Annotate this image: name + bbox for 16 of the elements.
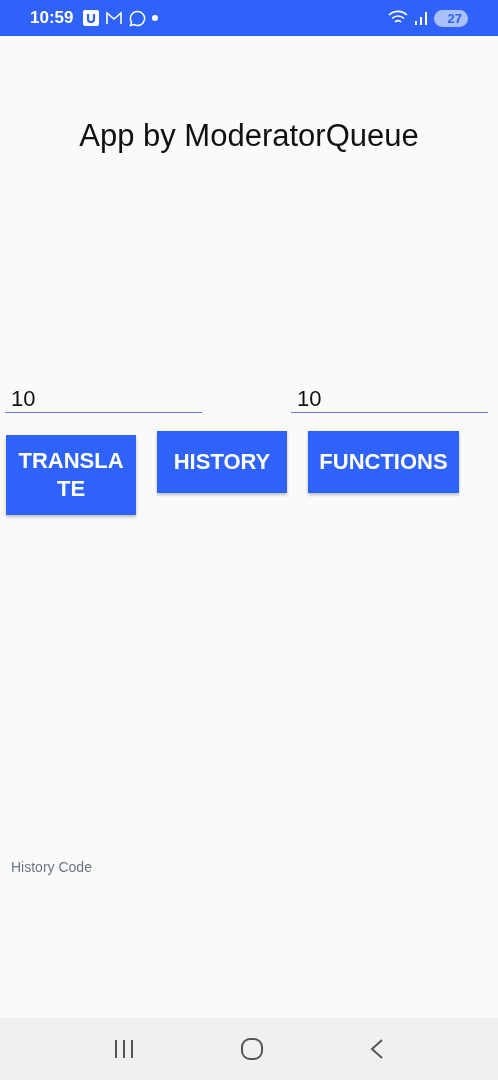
signal-icon <box>413 11 428 25</box>
app-notification-icon <box>83 10 100 26</box>
action-button[interactable]: FUNCTIONS <box>308 431 459 493</box>
battery-level: 27 <box>433 9 468 27</box>
mail-icon <box>105 10 124 26</box>
action-button[interactable]: HISTORY <box>157 431 287 493</box>
clock: 10:59 <box>30 8 74 28</box>
action-button[interactable]: TRANSLATE <box>6 435 136 515</box>
number-field[interactable]: 10 <box>291 385 488 413</box>
dot-icon <box>152 15 159 21</box>
history-code-label: History Code <box>11 859 93 875</box>
chat-icon <box>129 9 147 27</box>
number-field[interactable]: 10 <box>5 385 202 413</box>
home-icon[interactable] <box>240 1037 264 1061</box>
app-title: App by ModeratorQueue <box>78 118 420 154</box>
recent-apps-icon[interactable] <box>112 1039 135 1059</box>
